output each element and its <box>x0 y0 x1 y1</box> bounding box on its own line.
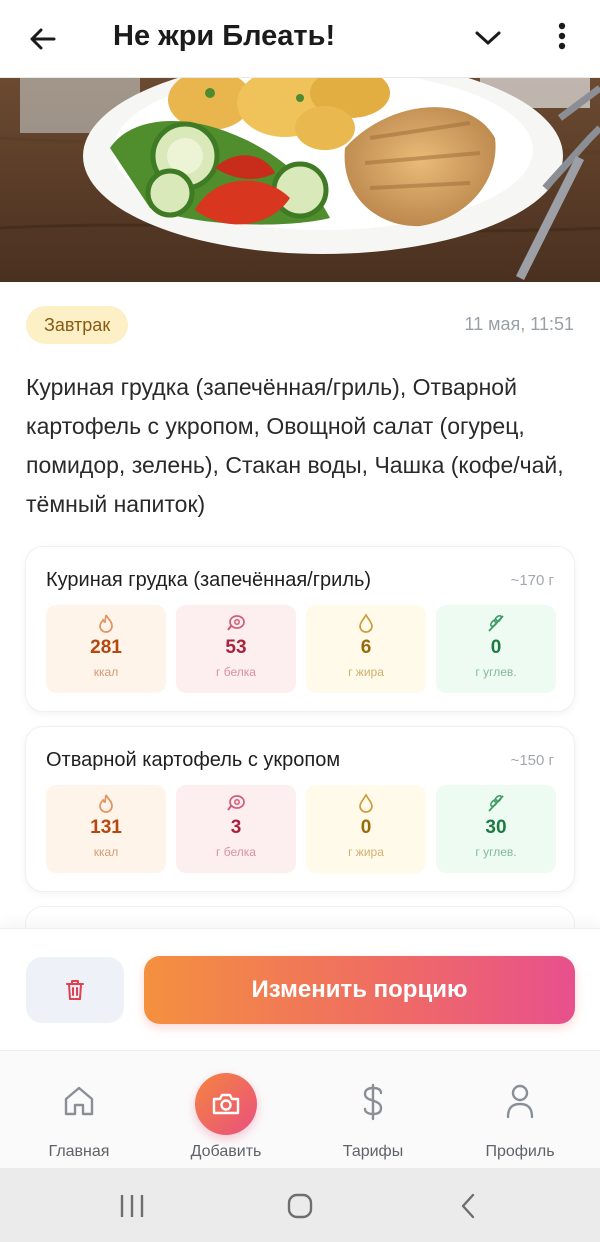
trash-icon <box>66 980 84 1000</box>
carbs-tile: 0 г углев. <box>436 605 556 693</box>
calories-unit: ккал <box>93 845 119 859</box>
bottom-navigation: Главная Добавить Тарифы Профиль <box>0 1050 600 1168</box>
more-menu-button[interactable] <box>542 16 582 56</box>
dollar-icon <box>363 1083 383 1121</box>
wheat-icon <box>488 615 504 632</box>
fat-unit: г жира <box>348 665 384 679</box>
fat-value: 6 <box>360 637 372 658</box>
nav-item-home[interactable]: Главная <box>4 1051 154 1169</box>
recent-apps-icon <box>120 1195 144 1217</box>
expand-button[interactable] <box>466 18 510 58</box>
back-chevron-icon <box>461 1193 475 1219</box>
home-circle-icon <box>287 1193 313 1219</box>
drop-icon <box>359 613 373 633</box>
carbs-tile: 30 г углев. <box>436 785 556 873</box>
flame-icon <box>99 794 113 813</box>
protein-tile: 53 г белка <box>176 605 296 693</box>
fat-unit: г жира <box>348 845 384 859</box>
nav-label-add: Добавить <box>190 1143 262 1160</box>
add-photo-button[interactable] <box>195 1073 257 1135</box>
edit-portion-button[interactable]: Изменить порцию <box>144 956 575 1024</box>
delete-button[interactable] <box>26 957 124 1023</box>
app-header: Не жри Блеать! <box>0 0 600 78</box>
nav-label-home: Главная <box>48 1143 110 1160</box>
flame-icon <box>99 614 113 633</box>
protein-value: 3 <box>230 817 242 838</box>
action-bar: Изменить порцию <box>0 928 600 1050</box>
nav-label-plans: Тарифы <box>342 1143 404 1160</box>
nutrition-tiles: 281 ккал 53 г белка 6 г жира 0 г углев. <box>46 605 556 693</box>
meal-photo <box>0 78 600 282</box>
food-item-weight: ~170 г <box>510 572 554 589</box>
drop-icon <box>359 793 373 813</box>
user-icon <box>506 1084 534 1119</box>
home-icon <box>64 1086 94 1116</box>
fat-tile: 6 г жира <box>306 605 426 693</box>
food-item-card[interactable]: Куриная грудка (запечённая/гриль) ~170 г… <box>25 546 575 712</box>
nav-item-profile[interactable]: Профиль <box>445 1051 595 1169</box>
calories-tile: 281 ккал <box>46 605 166 693</box>
arrow-left-icon <box>30 28 56 50</box>
home-system-button[interactable] <box>270 1186 330 1226</box>
protein-tile: 3 г белка <box>176 785 296 873</box>
food-item-name: Отварной картофель с укропом <box>46 749 341 771</box>
wheat-icon <box>488 795 504 812</box>
meat-icon <box>227 795 245 811</box>
system-navigation-bar <box>0 1168 600 1242</box>
page-title: Не жри Блеать! <box>113 20 336 52</box>
fat-value: 0 <box>360 817 372 838</box>
fat-tile: 0 г жира <box>306 785 426 873</box>
meal-timestamp: 11 мая, 11:51 <box>464 314 574 334</box>
nav-item-plans[interactable]: Тарифы <box>298 1051 448 1169</box>
food-item-card[interactable]: Отварной картофель с укропом ~150 г 131 … <box>25 726 575 892</box>
nav-label-profile: Профиль <box>485 1143 555 1160</box>
protein-unit: г белка <box>216 665 256 679</box>
recent-apps-button[interactable] <box>102 1186 162 1226</box>
carbs-value: 0 <box>490 637 502 658</box>
calories-unit: ккал <box>93 665 119 679</box>
calories-value: 281 <box>90 637 122 658</box>
nav-item-add[interactable]: Добавить <box>151 1051 301 1169</box>
meal-description: Куриная грудка (запечённая/гриль), Отвар… <box>26 374 564 517</box>
protein-value: 53 <box>225 637 247 658</box>
nutrition-tiles: 131 ккал 3 г белка 0 г жира 30 г углев. <box>46 785 556 873</box>
protein-unit: г белка <box>216 845 256 859</box>
food-item-name: Куриная грудка (запечённая/гриль) <box>46 569 372 591</box>
back-button[interactable] <box>22 18 64 60</box>
meat-icon <box>227 615 245 631</box>
carbs-unit: г углев. <box>475 665 517 679</box>
meal-type-badge: Завтрак <box>26 306 129 344</box>
calories-tile: 131 ккал <box>46 785 166 873</box>
carbs-unit: г углев. <box>475 845 517 859</box>
back-system-button[interactable] <box>438 1186 498 1226</box>
calories-value: 131 <box>90 817 122 838</box>
more-vertical-icon <box>558 22 566 50</box>
camera-icon <box>212 1093 240 1115</box>
carbs-value: 30 <box>485 817 507 838</box>
chevron-down-icon <box>475 31 501 45</box>
food-item-weight: ~150 г <box>510 752 554 769</box>
